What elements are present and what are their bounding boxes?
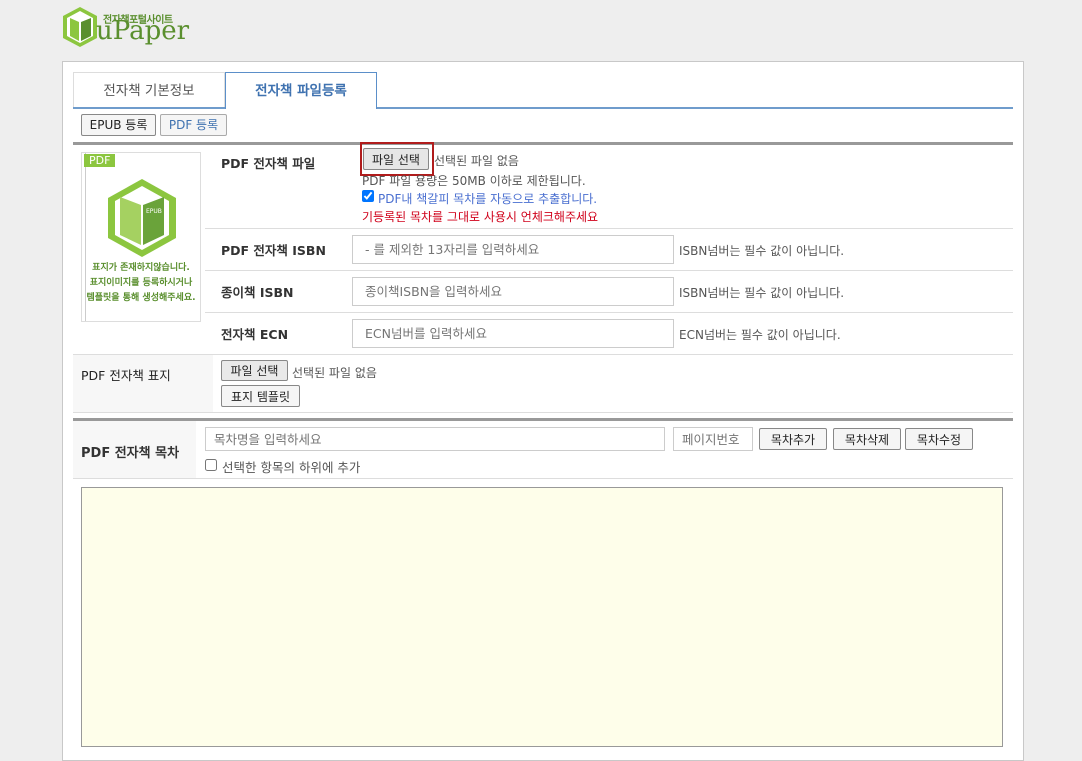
cover-label: PDF 전자책 표지 — [81, 368, 171, 383]
row-divider — [205, 312, 1013, 313]
cover-file-status: 선택된 파일 없음 — [292, 366, 377, 380]
row-divider — [205, 228, 1013, 229]
toc-name-input[interactable] — [205, 427, 665, 451]
book-label: EPUB — [146, 208, 162, 215]
ecn-label: 전자책 ECN — [221, 327, 289, 342]
section-divider — [73, 418, 1013, 421]
pdf-size-note: PDF 파일 용량은 50MB 이하로 제한됩니다. — [362, 174, 586, 188]
ecn-note: ECN넘버는 필수 값이 아닙니다. — [679, 328, 841, 342]
row-divider — [73, 478, 1013, 479]
paper-isbn-input[interactable] — [352, 277, 674, 306]
pdf-isbn-note: ISBN넘버는 필수 값이 아닙니다. — [679, 244, 845, 258]
tab-file-register[interactable]: 전자책 파일등록 — [225, 72, 377, 109]
toc-delete-button[interactable]: 목차삭제 — [833, 428, 901, 450]
row-divider — [73, 354, 1013, 355]
auto-extract-toc-checkbox[interactable] — [362, 190, 374, 202]
auto-extract-toc-label: PDF내 책갈피 목차를 자동으로 추출합니다. — [378, 192, 598, 206]
add-as-child-label: 선택한 항목의 하위에 추가 — [222, 460, 361, 475]
cover-thumbnail: PDF EPUB 표지가 존재하지않습니다. 표지이미지를 등록하시거나 템플릿… — [81, 152, 201, 322]
paper-isbn-label: 종이책 ISBN — [221, 285, 294, 300]
logo-title: uPaper — [96, 16, 190, 46]
cover-file-choose-button[interactable]: 파일 선택 — [221, 360, 288, 381]
book-placeholder-icon — [108, 179, 176, 257]
tab-basic-info[interactable]: 전자책 기본정보 — [73, 72, 225, 108]
pdf-isbn-label: PDF 전자책 ISBN — [221, 243, 326, 258]
thumbnail-message-1: 표지가 존재하지않습니다. — [92, 263, 190, 273]
toc-page-input[interactable] — [673, 427, 753, 451]
paper-isbn-note: ISBN넘버는 필수 값이 아닙니다. — [679, 286, 845, 300]
epub-register-button[interactable]: EPUB 등록 — [81, 114, 156, 136]
pdf-file-status: 선택된 파일 없음 — [434, 154, 519, 168]
section-divider — [73, 142, 1013, 145]
logo-book-icon — [63, 7, 97, 47]
row-divider — [73, 412, 1013, 413]
thumbnail-message-2: 표지이미지를 등록하시거나 — [89, 278, 193, 288]
toc-add-button[interactable]: 목차추가 — [759, 428, 827, 450]
pdf-isbn-input[interactable] — [352, 235, 674, 264]
ecn-input[interactable] — [352, 319, 674, 348]
row-divider — [205, 270, 1013, 271]
pdf-file-choose-button[interactable]: 파일 선택 — [363, 148, 429, 170]
pdf-register-button[interactable]: PDF 등록 — [160, 114, 227, 136]
pdf-file-label: PDF 전자책 파일 — [221, 156, 316, 171]
pdf-badge: PDF — [84, 154, 116, 167]
toc-warning: 기등록된 목차를 그대로 사용시 언체크해주세요 — [362, 210, 599, 224]
tab-underline — [73, 107, 1013, 109]
toc-label: PDF 전자책 목차 — [81, 446, 180, 461]
add-as-child-checkbox[interactable] — [205, 459, 217, 471]
toc-tree-area[interactable] — [81, 487, 1003, 747]
cover-template-button[interactable]: 표지 템플릿 — [221, 385, 300, 407]
thumbnail-message-3: 템플릿을 통해 생성해주세요. — [86, 293, 196, 303]
toc-edit-button[interactable]: 목차수정 — [905, 428, 973, 450]
